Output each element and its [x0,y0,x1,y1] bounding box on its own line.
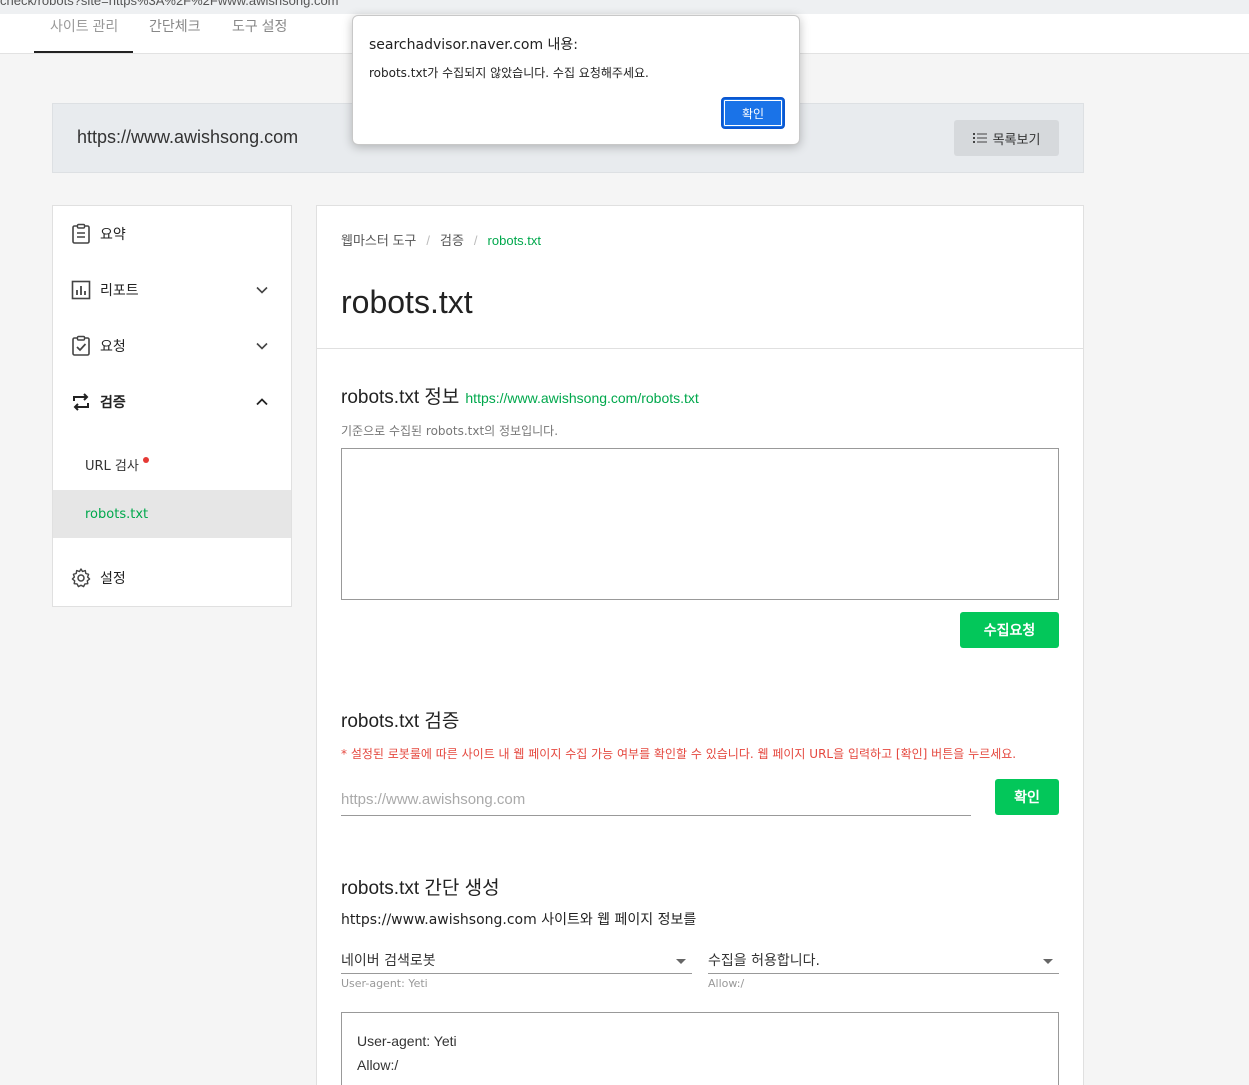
sidebar-item-settings[interactable]: 설정 [53,558,291,598]
breadcrumb-separator: / [426,233,430,248]
url-check-label: URL 검사 [85,458,139,474]
sidebar-item-label: 요청 [100,339,126,355]
breadcrumb-item-current: robots.txt [487,233,542,248]
clipboard-icon [72,223,90,244]
gear-icon [71,568,91,588]
robots-content-box [341,448,1059,600]
checklist-icon [72,335,90,356]
allow-select-value: 수집을 허용합니다. [708,952,820,969]
browser-address-text: check/robots?site=https%3A%2F%2Fwww.awis… [0,0,339,8]
robots-info-title: robots.txt 정보 [341,387,460,408]
breadcrumb-item-webmaster[interactable]: 웹마스터 도구 [341,233,416,248]
sidebar-item-label: 검증 [100,395,126,411]
sidebar-item-report[interactable]: 리포트 [53,270,291,310]
sidebar-item-label: 설정 [100,571,126,587]
dropdown-caret-icon [1043,959,1053,964]
dropdown-caret-icon [676,959,686,964]
dialog-message: robots.txt가 수집되지 않았습니다. 수집 요청해주세요. [369,66,649,80]
sidebar-item-request[interactable]: 요청 [53,326,291,366]
sidebar-item-label: 리포트 [100,283,139,299]
list-view-label: 목록보기 [992,131,1041,147]
breadcrumb-separator: / [473,233,478,248]
tab-site-management[interactable]: 사이트 관리 [50,16,118,36]
sidebar: 요약 리포트 요청 검증 URL 검사 robots.txt 설정 [52,205,292,607]
collect-request-button[interactable]: 수집요청 [960,612,1059,648]
divider [317,348,1083,349]
robots-generate-title: robots.txt 간단 생성 [341,878,500,899]
active-tab-indicator [34,51,133,53]
breadcrumb-item-verify[interactable]: 검증 [440,233,464,248]
allow-select[interactable]: 수집을 허용합니다. [708,946,1059,974]
robot-select[interactable]: 네이버 검색로봇 [341,946,692,974]
tab-tool-settings[interactable]: 도구 설정 [232,16,287,36]
sidebar-sub-item-url-check[interactable]: URL 검사 [53,440,291,488]
robot-select-hint: User-agent: Yeti [341,977,428,990]
list-view-button[interactable]: 목록보기 [954,120,1059,156]
robots-verify-title: robots.txt 검증 [341,711,460,732]
robots-info-desc: 기준으로 수집된 robots.txt의 정보입니다. [341,424,559,438]
sidebar-sub-item-label: URL 검사 [85,455,149,474]
sidebar-sub-item-label: robots.txt [85,506,149,522]
browser-address-bar[interactable]: check/robots?site=https%3A%2F%2Fwww.awis… [0,0,1249,14]
robots-file-link[interactable]: https://www.awishsong.com/robots.txt [465,390,698,406]
chevron-down-icon[interactable] [255,339,269,353]
page-title: robots.txt [341,284,473,320]
new-badge-dot [142,456,149,463]
repeat-icon [73,393,89,411]
sidebar-sub-item-robots[interactable]: robots.txt [53,490,291,538]
output-line: User-agent: Yeti [357,1033,457,1049]
robots-info-section-title: robots.txt 정보 https://www.awishsong.com/r… [341,382,699,409]
chevron-down-icon[interactable] [255,283,269,297]
dialog-title: searchadvisor.naver.com 내용: [369,37,579,53]
robots-output-box[interactable]: User-agent: Yeti Allow:/ [341,1012,1059,1085]
chart-icon [71,280,91,300]
main-panel: 웹마스터 도구 / 검증 / robots.txt robots.txt robots.… [316,205,1084,1085]
sidebar-item-summary[interactable]: 요약 [53,214,291,254]
breadcrumb: 웹마스터 도구 / 검증 / robots.txt [341,230,541,249]
tab-simple-check[interactable]: 간단체크 [149,16,201,36]
sidebar-item-label: 요약 [100,227,126,243]
allow-select-hint: Allow:/ [708,977,745,990]
output-line: Allow:/ [357,1057,399,1073]
alert-dialog: searchadvisor.naver.com 내용: robots.txt가 … [352,15,800,145]
sidebar-item-verify[interactable]: 검증 [53,382,291,422]
robot-select-value: 네이버 검색로봇 [341,952,436,969]
verify-url-input[interactable] [341,784,971,816]
verify-confirm-button[interactable]: 확인 [995,779,1059,815]
chevron-up-icon[interactable] [255,395,269,409]
list-icon [972,133,987,143]
dialog-ok-button[interactable]: 확인 [721,97,785,129]
robots-verify-warning: * 설정된 로봇룰에 따른 사이트 내 웹 페이지 수집 가능 여부를 확인할 … [341,747,1017,761]
robots-generate-desc: https://www.awishsong.com 사이트와 웹 페이지 정보를 [341,912,697,928]
site-url: https://www.awishsong.com [77,127,299,147]
